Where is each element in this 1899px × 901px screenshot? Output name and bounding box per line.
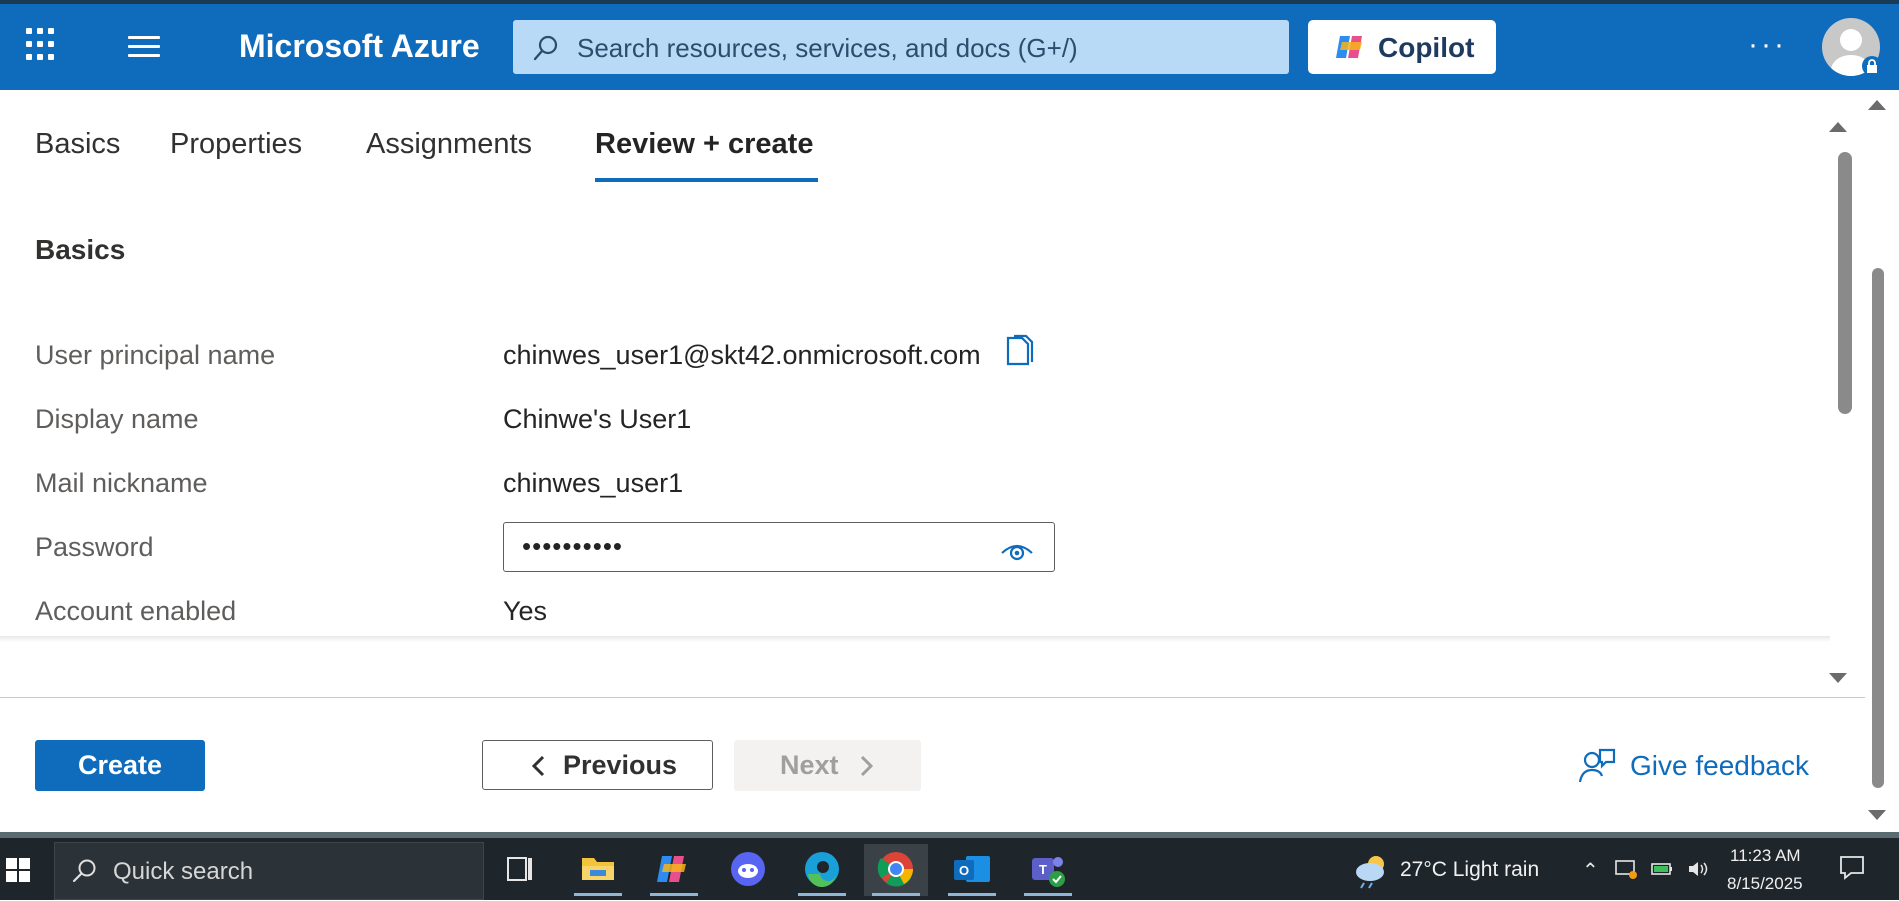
search-placeholder: Search resources, services, and docs (G+… — [577, 33, 1078, 63]
lock-icon — [1862, 56, 1882, 76]
account-enabled-value: Yes — [503, 596, 548, 626]
svg-text:T: T — [1039, 862, 1047, 877]
password-label: Password — [35, 532, 154, 562]
notifications-icon[interactable] — [1838, 854, 1866, 882]
scroll-up-icon[interactable] — [1829, 122, 1847, 132]
copy-icon[interactable] — [1004, 334, 1036, 375]
section-title: Basics — [35, 234, 126, 265]
copilot-label: Copilot — [1378, 32, 1475, 63]
global-search-input[interactable]: Search resources, services, and docs (G+… — [513, 20, 1289, 74]
weather-text[interactable]: 27°C Light rain — [1400, 858, 1539, 882]
eye-icon[interactable] — [1000, 541, 1034, 563]
search-icon — [533, 35, 558, 61]
weather-icon[interactable] — [1350, 850, 1394, 890]
search-icon — [72, 859, 96, 883]
password-value: •••••••••• — [522, 531, 624, 561]
password-field[interactable]: •••••••••• — [503, 522, 1055, 572]
feedback-icon — [1578, 748, 1616, 783]
windows-start-icon[interactable] — [4, 856, 32, 884]
page-scroll-up-icon[interactable] — [1868, 100, 1886, 110]
mail-nickname-value: chinwes_user1 — [503, 468, 684, 498]
next-button[interactable]: Next — [734, 740, 921, 791]
brand-title[interactable]: Microsoft Azure — [239, 28, 480, 65]
active-tab-indicator — [595, 178, 818, 182]
page-scrollbar-thumb[interactable] — [1872, 268, 1884, 788]
more-options-icon[interactable]: ··· — [1748, 28, 1787, 62]
tab-properties[interactable]: Properties — [170, 128, 302, 161]
copilot-app-icon[interactable] — [642, 844, 706, 896]
copilot-icon — [1336, 36, 1362, 58]
volume-icon[interactable] — [1686, 858, 1712, 886]
content-bottom-shadow — [0, 636, 1830, 642]
tab-basics[interactable]: Basics — [35, 128, 120, 161]
mail-nickname-label: Mail nickname — [35, 468, 208, 498]
svg-text:O: O — [959, 863, 969, 878]
tab-review-create[interactable]: Review + create — [595, 128, 813, 161]
display-name-value: Chinwe's User1 — [503, 404, 692, 434]
battery-icon[interactable] — [1650, 858, 1676, 886]
upn-value: chinwes_user1@skt42.onmicrosoft.com — [503, 340, 981, 370]
portal-menu-icon[interactable] — [128, 36, 160, 58]
content-scrollbar-thumb[interactable] — [1838, 152, 1852, 414]
previous-label: Previous — [563, 750, 678, 780]
upn-label: User principal name — [35, 340, 276, 370]
show-hidden-icons-icon[interactable]: ⌃ — [1582, 858, 1599, 883]
footer-divider — [0, 697, 1865, 698]
copilot-button[interactable]: Copilot — [1308, 20, 1496, 74]
task-view-icon[interactable] — [488, 844, 552, 896]
file-explorer-icon[interactable] — [566, 844, 630, 896]
edge-icon[interactable] — [790, 844, 854, 896]
previous-button[interactable]: Previous — [482, 740, 713, 790]
taskbar-search-box[interactable]: Quick search — [54, 842, 484, 900]
window-top-strip — [0, 0, 1899, 4]
account-enabled-label: Account enabled — [35, 596, 237, 626]
outlook-icon[interactable]: O — [940, 844, 1004, 896]
page-scroll-down-icon[interactable] — [1868, 810, 1886, 820]
app-launcher-icon[interactable] — [26, 28, 60, 62]
chevron-left-icon — [531, 755, 545, 777]
remote-desktop-icon[interactable] — [1614, 858, 1638, 886]
next-label: Next — [780, 750, 839, 780]
windows-taskbar: Quick search O T 27°C Light rain ⌃ 11:23… — [0, 838, 1899, 900]
azure-top-bar: Microsoft Azure Search resources, servic… — [0, 0, 1899, 90]
taskbar-search-label: Quick search — [113, 858, 254, 885]
clock-time[interactable]: 11:23 AM — [1730, 846, 1801, 866]
display-name-label: Display name — [35, 404, 199, 434]
discord-icon[interactable] — [716, 844, 780, 896]
tab-assignments[interactable]: Assignments — [366, 128, 532, 161]
chevron-right-icon — [860, 755, 874, 777]
create-button[interactable]: Create — [35, 740, 205, 791]
scroll-down-icon[interactable] — [1829, 673, 1847, 683]
chrome-icon[interactable] — [864, 844, 928, 896]
clock-date[interactable]: 8/15/2025 — [1727, 874, 1803, 894]
give-feedback-label: Give feedback — [1630, 750, 1809, 781]
teams-icon[interactable]: T — [1016, 844, 1080, 896]
